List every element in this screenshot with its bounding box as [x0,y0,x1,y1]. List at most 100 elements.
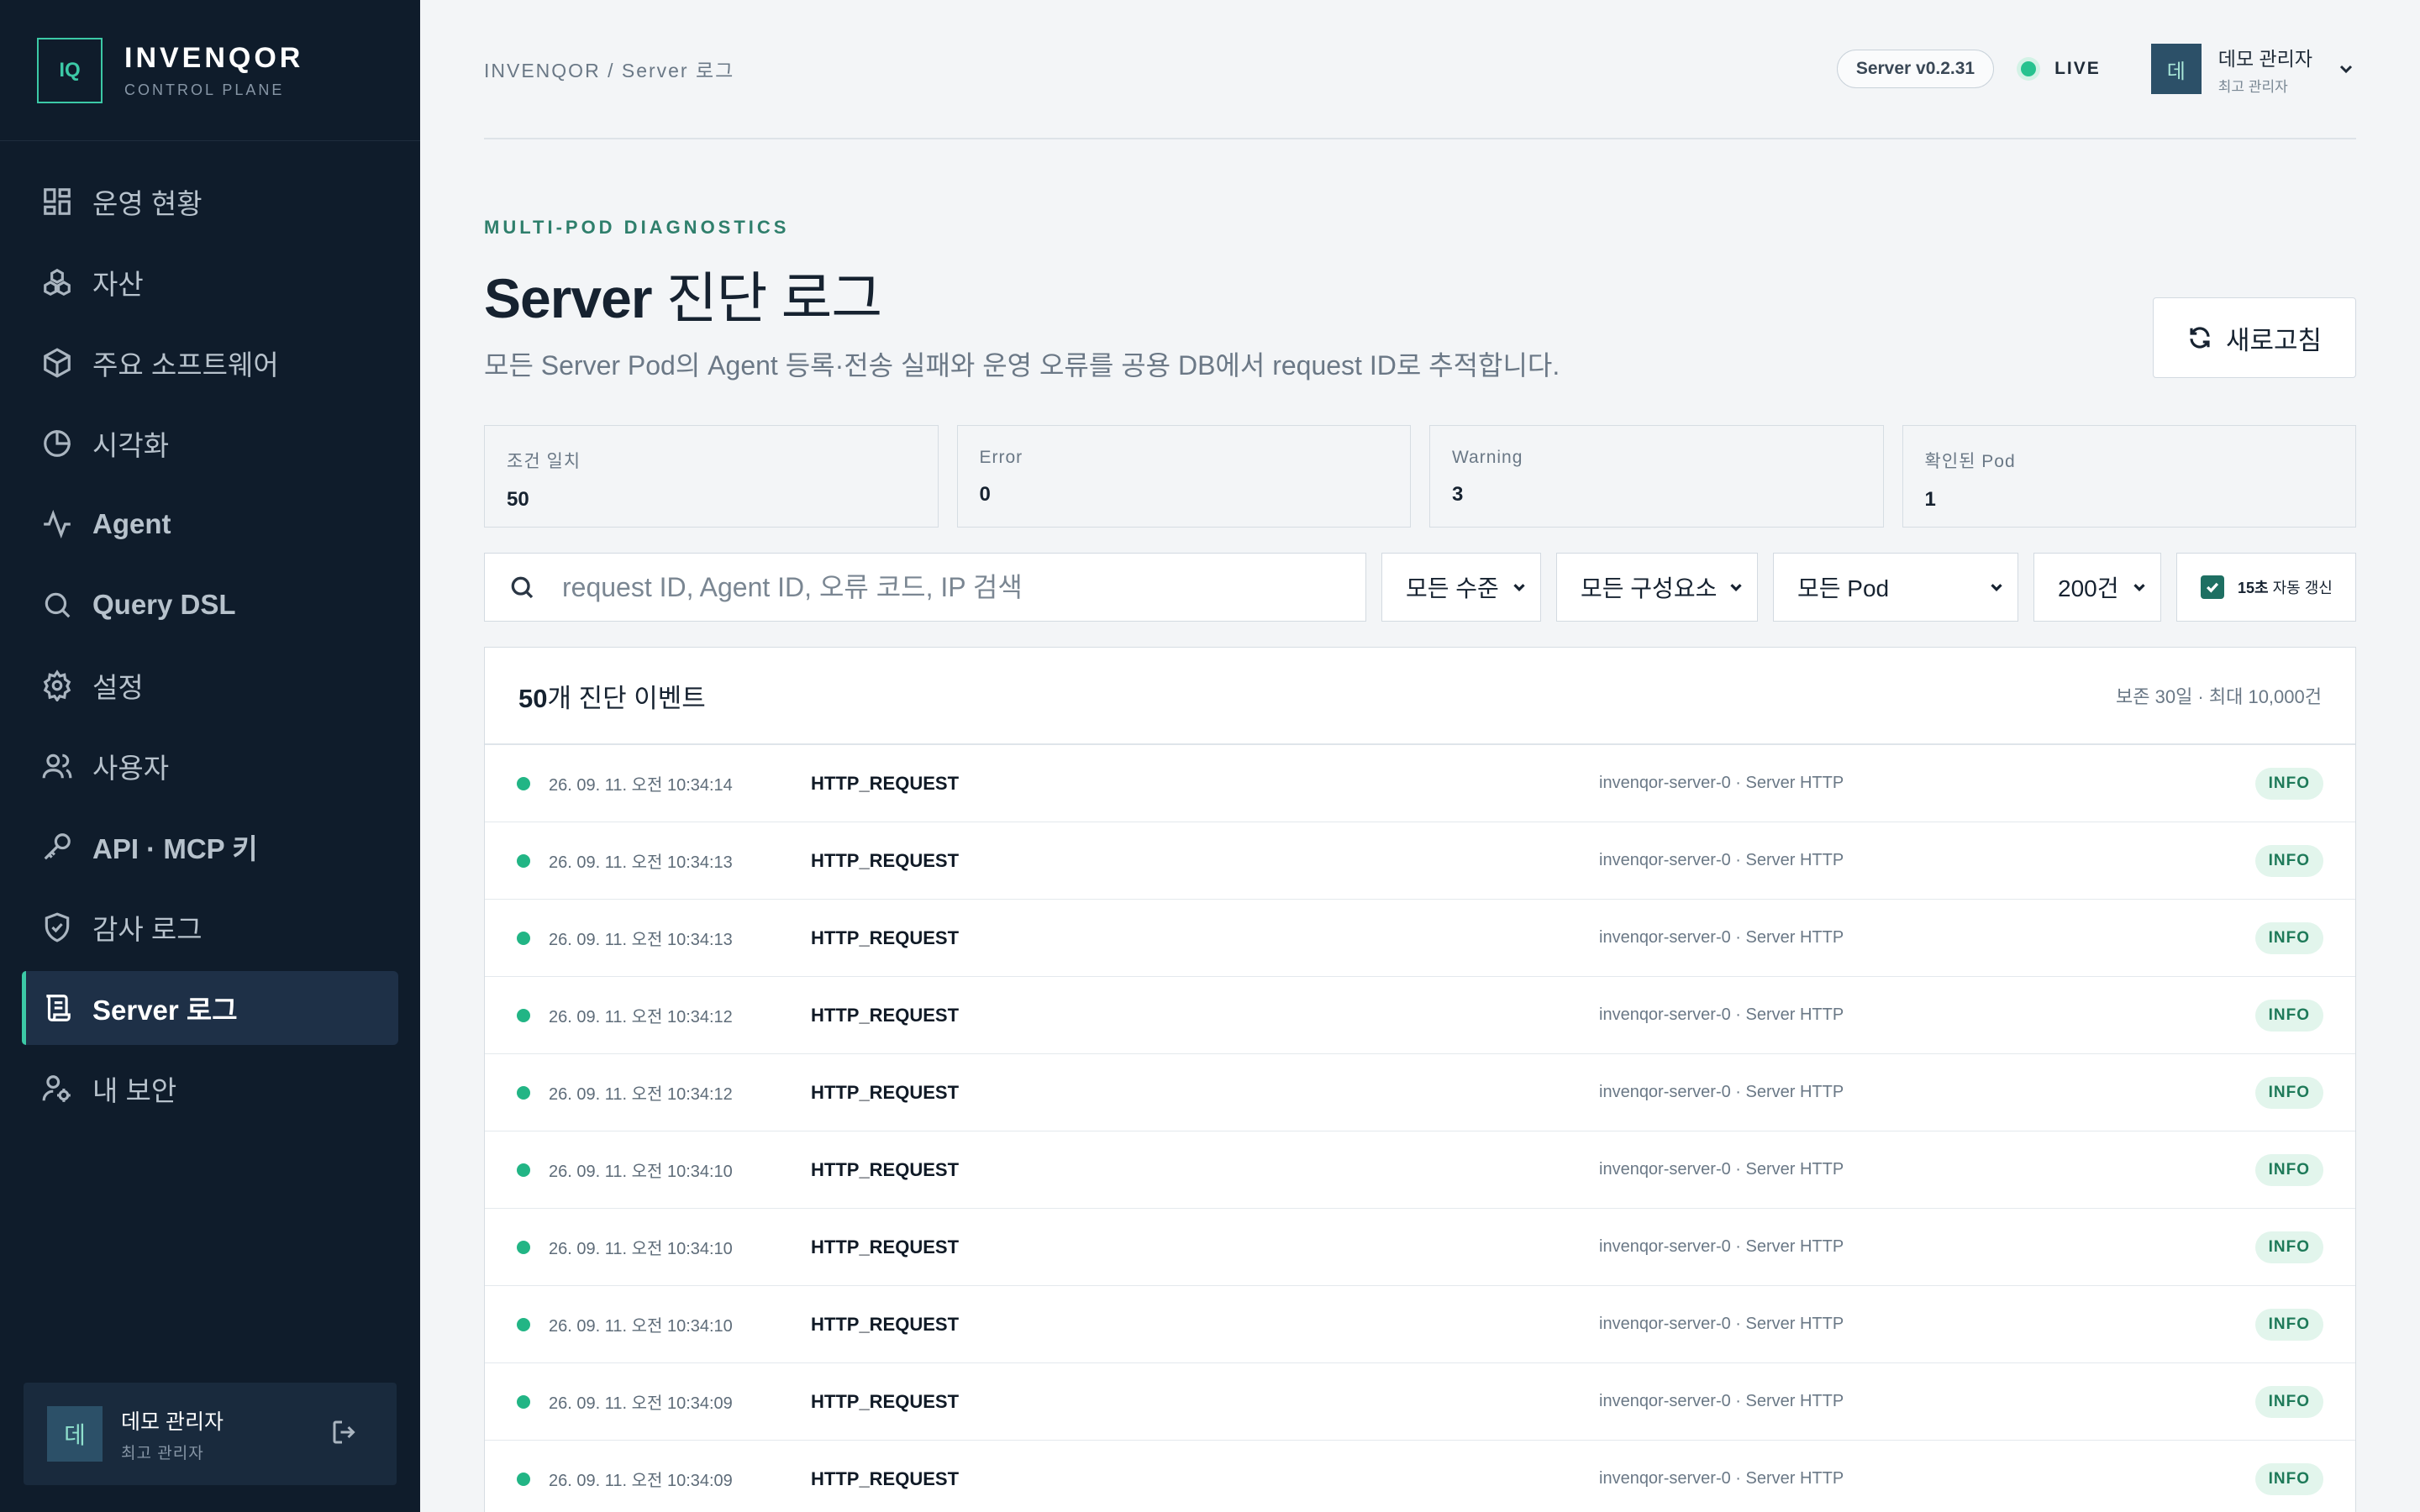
level-badge: INFO [2254,1231,2323,1263]
table-row[interactable]: 26. 09. 11. 오전 10:34:10 HTTP_REQUEST inven… [485,1286,2355,1363]
component-select[interactable]: 모든 구성요소 [1556,553,1758,622]
sidebar-item-server-log[interactable]: Server 로그 [22,971,398,1045]
page-eyebrow: MULTI-POD DIAGNOSTICS [484,217,790,238]
sidebar-item-label: Agent [92,508,171,539]
status-dot-icon [517,1240,530,1254]
auto-refresh-label: 15초 자동 갱신 [2238,580,2333,596]
table-row[interactable]: 26. 09. 11. 오전 10:34:09 HTTP_REQUEST inven… [485,1441,2355,1512]
level-select[interactable]: 모든 수준 [1381,553,1541,622]
auto-refresh-toggle[interactable]: 15초 자동 갱신 [2176,553,2356,622]
level-badge: INFO [2254,1308,2323,1341]
event-type: HTTP_REQUEST [811,927,960,948]
event-time: 26. 09. 11. 오전 10:34:12 [549,1085,733,1104]
status-dot-icon [517,1394,530,1409]
sidebar-item-visualization[interactable]: 시각화 [22,407,398,480]
event-time: 26. 09. 11. 오전 10:34:13 [549,853,733,872]
gear-icon [40,669,74,702]
sidebar-item-label: 시각화 [92,430,170,461]
event-type: HTTP_REQUEST [811,1081,960,1103]
stat-label: 확인된 Pod [1924,452,2016,471]
stats-row: 조건 일치 50 Error 0 Warning 3 확인된 Pod 1 [484,425,2356,528]
sidebar-user-card: 데 데모 관리자 최고 관리자 [24,1383,397,1485]
user-name: 데모 관리자 [2217,47,2312,70]
brand-logo[interactable]: IQ [37,37,103,103]
table-row[interactable]: 26. 09. 11. 오전 10:34:09 HTTP_REQUEST inven… [485,1363,2355,1441]
avatar: 데 [47,1406,103,1462]
event-type: HTTP_REQUEST [811,1313,960,1335]
sidebar-item-software[interactable]: 주요 소프트웨어 [22,326,398,400]
chevron-down-icon [2336,59,2356,79]
event-source: invenqor-server-0 · Server HTTP [1599,1315,1844,1333]
sidebar-item-label: 주요 소프트웨어 [92,349,279,381]
stat-value: 1 [1924,488,1936,511]
pie-chart-icon [40,427,74,460]
brand-name: INVENQOR [124,41,304,74]
status-dot-icon [517,931,530,945]
component-select-value: 모든 구성요소 [1581,575,1718,601]
stat-value: 0 [979,483,991,506]
checkbox-checked-icon[interactable] [2201,575,2224,599]
live-indicator: LIVE [2021,59,2101,79]
level-badge: INFO [2254,767,2323,800]
table-row[interactable]: 26. 09. 11. 오전 10:34:10 HTTP_REQUEST inven… [485,1209,2355,1286]
live-dot-icon [2021,61,2037,76]
event-time: 26. 09. 11. 오전 10:34:09 [549,1394,733,1413]
status-dot-icon [517,1085,530,1100]
stat-card-matched: 조건 일치 50 [484,425,939,528]
sidebar-item-query-dsl[interactable]: Query DSL [22,568,398,642]
search-icon [40,588,74,622]
level-badge: INFO [2254,844,2323,877]
retention-note: 보존 30일 · 최대 10,000건 [2116,686,2322,707]
event-source: invenqor-server-0 · Server HTTP [1599,1392,1844,1410]
table-row[interactable]: 26. 09. 11. 오전 10:34:13 HTTP_REQUEST inven… [485,900,2355,977]
level-badge: INFO [2254,1076,2323,1109]
stat-card-error: Error 0 [956,425,1411,528]
stat-label: Warning [1452,448,1523,467]
search-icon [511,576,534,599]
table-row[interactable]: 26. 09. 11. 오전 10:34:13 HTTP_REQUEST inven… [485,822,2355,900]
sidebar-item-agent[interactable]: Agent [22,487,398,561]
sidebar-item-label: 자산 [92,269,144,300]
top-bar: INVENQOR / Server 로그 Server v0.2.31 LIVE… [484,0,2356,139]
event-type: HTTP_REQUEST [811,1004,960,1026]
user-role: 최고 관리자 [121,1444,204,1462]
table-row[interactable]: 26. 09. 11. 오전 10:34:12 HTTP_REQUEST inven… [485,977,2355,1054]
page-subtitle: 모든 Server Pod의 Agent 등록·전송 실패와 운영 오류를 공용… [484,350,1560,381]
chevron-down-icon [2133,584,2145,592]
event-list: 50개 진단 이벤트 보존 30일 · 최대 10,000건 26. 09. 1… [484,647,2356,1512]
event-time: 26. 09. 11. 오전 10:34:10 [549,1240,733,1258]
event-source: invenqor-server-0 · Server HTTP [1599,774,1844,792]
sidebar-item-users[interactable]: 사용자 [22,729,398,803]
event-type: HTTP_REQUEST [811,849,960,871]
event-type: HTTP_REQUEST [811,1236,960,1257]
event-time: 26. 09. 11. 오전 10:34:12 [549,1008,733,1026]
status-dot-icon [517,1163,530,1177]
sidebar-item-settings[interactable]: 설정 [22,648,398,722]
sidebar-item-api-keys[interactable]: API · MCP 키 [22,810,398,884]
search-input[interactable] [562,571,1318,603]
stat-value: 3 [1452,483,1464,506]
table-row[interactable]: 26. 09. 11. 오전 10:34:10 HTTP_REQUEST inven… [485,1131,2355,1209]
status-dot-icon [517,1472,530,1486]
event-time: 26. 09. 11. 오전 10:34:10 [549,1163,733,1181]
sidebar-item-my-security[interactable]: 내 보안 [22,1052,398,1126]
sidebar-item-label: 감사 로그 [92,914,203,945]
event-type: HTTP_REQUEST [811,1158,960,1180]
chevron-down-icon [1991,584,2002,592]
table-row[interactable]: 26. 09. 11. 오전 10:34:14 HTTP_REQUEST inven… [485,745,2355,822]
limit-select-value: 200건 [2058,575,2119,601]
shield-icon [40,911,74,944]
event-list-header: 50개 진단 이벤트 보존 30일 · 최대 10,000건 [485,648,2355,745]
user-menu[interactable]: 데 데모 관리자 최고 관리자 [2150,43,2356,96]
limit-select[interactable]: 200건 [2033,553,2161,622]
pod-select[interactable]: 모든 Pod [1773,553,2018,622]
table-row[interactable]: 26. 09. 11. 오전 10:34:12 HTTP_REQUEST inven… [485,1054,2355,1131]
sidebar-item-audit-log[interactable]: 감사 로그 [22,890,398,964]
live-label: LIVE [2054,59,2101,78]
refresh-button[interactable]: 새로고침 [2153,297,2356,378]
sidebar-item-dashboard[interactable]: 운영 현황 [22,165,398,239]
logout-icon[interactable] [329,1417,363,1451]
status-dot-icon [517,1008,530,1022]
sidebar-item-assets[interactable]: 자산 [22,245,398,319]
event-source: invenqor-server-0 · Server HTTP [1599,1160,1844,1179]
